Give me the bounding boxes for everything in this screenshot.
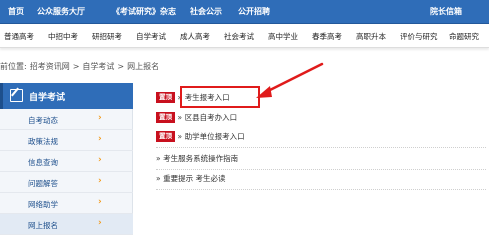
top-nav: 首页 公众服务大厅 《考试研究》杂志 社会公示 公开招聘 院长信箱 xyxy=(0,0,489,24)
sub-nav-shengben[interactable]: 高职升本 xyxy=(356,31,386,42)
sub-nav-mingti[interactable]: 命题研究 xyxy=(449,31,479,42)
chevron-right-icon: › xyxy=(98,155,102,165)
list-item-link[interactable]: 区县自考办入口 xyxy=(185,113,238,122)
breadcrumb-link-home[interactable]: 招考资讯网 xyxy=(30,62,70,71)
divider xyxy=(156,147,486,148)
pinned-badge: 置顶 xyxy=(156,131,175,142)
annotation-arrow-icon xyxy=(256,62,324,98)
list-item-prefix: » xyxy=(177,132,183,141)
list-item-district-entry[interactable]: 置顶 » 区县自考办入口 xyxy=(156,112,237,128)
list-item-link[interactable]: 重要提示 考生必读 xyxy=(163,174,225,183)
breadcrumb: 前位置: 招考资讯网 > 自学考试 > 网上报名 xyxy=(0,61,162,75)
divider xyxy=(156,189,486,190)
top-nav-mailbox[interactable]: 院长信箱 xyxy=(430,6,462,17)
sidebar-item-label: 信息查询 xyxy=(28,158,58,167)
sub-nav-zikao[interactable]: 自学考试 xyxy=(136,31,166,42)
breadcrumb-sep: > xyxy=(117,62,125,71)
sidebar-list: 自考动态 › 政策法规 › 信息查询 › 问题解答 › 网络助学 › 网上报名 … xyxy=(0,109,133,235)
sidebar-item-label: 网络助学 xyxy=(28,200,58,209)
sidebar-item-online-registration[interactable]: 网上报名 › xyxy=(0,214,133,235)
chevron-right-icon: › xyxy=(98,113,102,123)
sidebar-item-faq[interactable]: 问题解答 › xyxy=(0,172,133,193)
top-nav-public-service[interactable]: 公众服务大厅 xyxy=(37,6,85,17)
sub-nav-chunji[interactable]: 春季高考 xyxy=(312,31,342,42)
sub-nav-pingjia[interactable]: 评价与研究 xyxy=(400,31,438,42)
list-item-notice[interactable]: » 重要提示 考生必读 xyxy=(156,173,226,189)
sub-nav-chengkao[interactable]: 成人高考 xyxy=(180,31,210,42)
list-item-guide[interactable]: » 考生服务系统操作指南 xyxy=(156,153,238,169)
list-item-link[interactable]: 考生服务系统操作指南 xyxy=(163,154,238,163)
chevron-right-icon: › xyxy=(98,218,102,228)
sidebar-item-label: 问题解答 xyxy=(28,179,58,188)
breadcrumb-link-zikao[interactable]: 自学考试 xyxy=(82,62,114,71)
top-nav-public-notice[interactable]: 社会公示 xyxy=(190,6,222,17)
sub-nav-zhongkao[interactable]: 中招中考 xyxy=(48,31,78,42)
divider xyxy=(156,169,486,170)
sidebar-item-label: 网上报名 xyxy=(28,221,58,230)
pinned-badge: 置顶 xyxy=(156,112,175,123)
sidebar-item-label: 自考动态 xyxy=(28,116,58,125)
list-item-link[interactable]: 助学单位报考入口 xyxy=(185,132,245,141)
chevron-right-icon: › xyxy=(98,197,102,207)
highlight-box xyxy=(180,86,260,108)
top-nav-journal[interactable]: 《考试研究》杂志 xyxy=(112,6,176,17)
chevron-right-icon: › xyxy=(98,176,102,186)
sidebar-item-query[interactable]: 信息查询 › xyxy=(0,151,133,172)
list-item-prefix: » xyxy=(177,113,183,122)
top-nav-home[interactable]: 首页 xyxy=(8,6,24,17)
sidebar-item-zikao-news[interactable]: 自考动态 › xyxy=(0,109,133,130)
sidebar-item-online-study[interactable]: 网络助学 › xyxy=(0,193,133,214)
list-item-prefix: » xyxy=(156,174,161,183)
list-item-assistant-entry[interactable]: 置顶 » 助学单位报考入口 xyxy=(156,131,245,147)
sub-nav: 普通高考 中招中考 研招研考 自学考试 成人高考 社会考试 高中学业 春季高考 … xyxy=(0,24,489,48)
breadcrumb-prefix: 前位置: xyxy=(0,62,27,71)
sidebar-header: 自学考试 xyxy=(0,83,133,109)
breadcrumb-sep: > xyxy=(72,62,80,71)
sub-nav-gaokao[interactable]: 普通高考 xyxy=(4,31,34,42)
sidebar-item-label: 政策法规 xyxy=(28,137,58,146)
sidebar-item-policy[interactable]: 政策法规 › xyxy=(0,130,133,151)
list-item-prefix: » xyxy=(156,154,161,163)
top-nav-recruitment[interactable]: 公开招聘 xyxy=(238,6,270,17)
sidebar-title: 自学考试 xyxy=(29,93,66,103)
pinned-badge: 置顶 xyxy=(156,92,175,103)
breadcrumb-current: 网上报名 xyxy=(127,62,160,71)
sub-nav-shehui[interactable]: 社会考试 xyxy=(224,31,254,42)
chevron-right-icon: › xyxy=(98,134,102,144)
edit-icon xyxy=(10,89,23,102)
sub-nav-xueye[interactable]: 高中学业 xyxy=(268,31,298,42)
sub-nav-yankao[interactable]: 研招研考 xyxy=(92,31,122,42)
